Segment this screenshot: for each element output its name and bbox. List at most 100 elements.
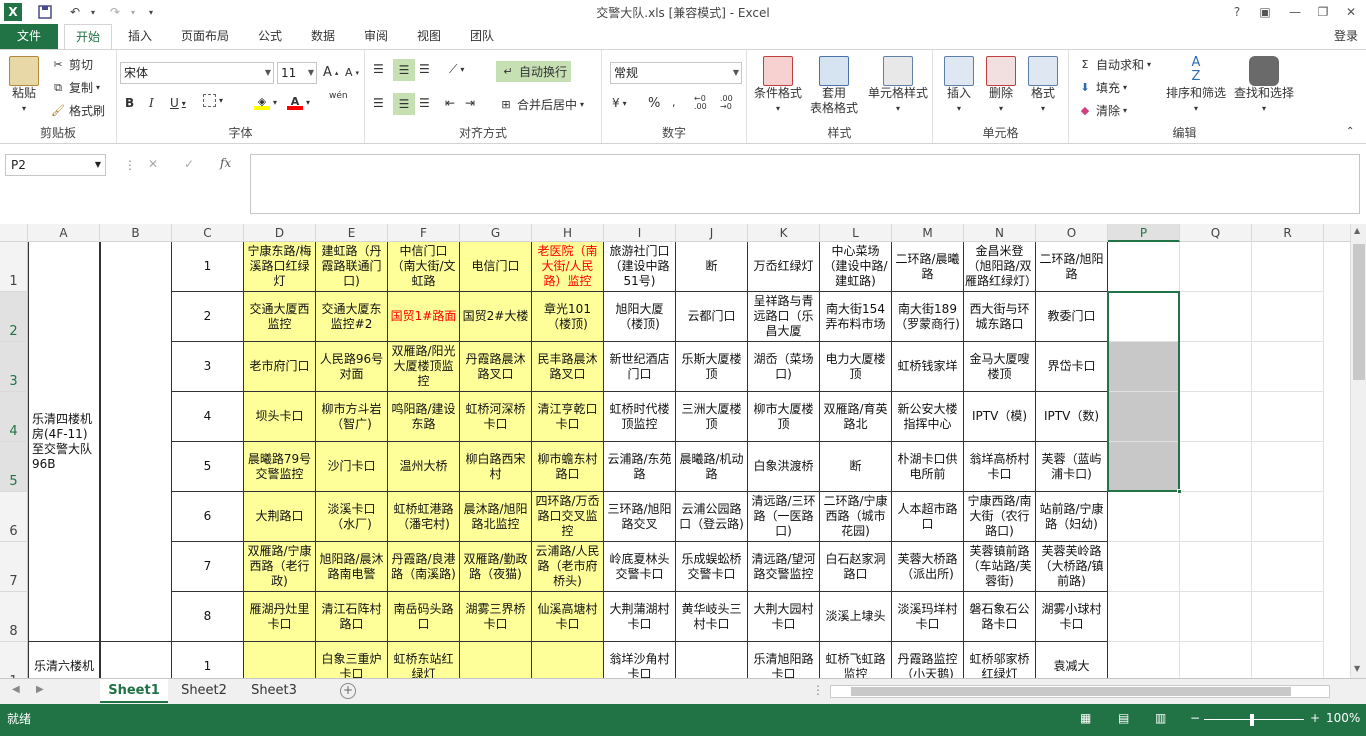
data-cell[interactable]: 袁减大 bbox=[1036, 642, 1108, 678]
column-header-n[interactable]: N bbox=[964, 224, 1036, 242]
data-cell[interactable]: 淡溪上埭头 bbox=[820, 592, 892, 642]
zoom-level[interactable]: 100% bbox=[1326, 711, 1360, 725]
column-header-q[interactable]: Q bbox=[1180, 224, 1252, 242]
empty-cell[interactable] bbox=[1252, 492, 1324, 542]
data-cell[interactable]: 三洲大厦楼顶 bbox=[676, 392, 748, 442]
data-cell[interactable]: 二环路/晨曦路 bbox=[892, 242, 964, 292]
page-layout-view-icon[interactable]: ▤ bbox=[1118, 711, 1129, 725]
cancel-icon[interactable]: ✕ bbox=[148, 157, 158, 171]
sheet-tab-sheet2[interactable]: Sheet2 bbox=[170, 679, 238, 703]
fill-handle[interactable] bbox=[1177, 489, 1182, 494]
font-name-select[interactable]: 宋体 ▼ bbox=[120, 62, 274, 84]
data-cell[interactable]: 交通大厦东监控#2 bbox=[316, 292, 388, 342]
column-header-p[interactable]: P bbox=[1108, 224, 1180, 242]
data-cell[interactable]: 朴湖卡口供电所前 bbox=[892, 442, 964, 492]
data-cell[interactable]: 大荆路口 bbox=[244, 492, 316, 542]
data-cell[interactable]: 电力大厦楼顶 bbox=[820, 342, 892, 392]
data-cell[interactable]: 中心菜场（建设中路/建虹路) bbox=[820, 242, 892, 292]
index-cell[interactable]: 8 bbox=[172, 592, 244, 642]
comma-style-icon[interactable]: , bbox=[672, 96, 676, 109]
data-cell[interactable]: 柳白路西宋村 bbox=[460, 442, 532, 492]
cut-button[interactable]: ✂ 剪切 bbox=[50, 56, 93, 73]
group-label-cell[interactable]: 乐清六楼机 bbox=[28, 642, 100, 678]
merged-b-cell[interactable] bbox=[100, 642, 172, 678]
data-cell[interactable]: 虹桥虹港路（潘宅村) bbox=[388, 492, 460, 542]
data-cell[interactable]: 淡溪卡口（水厂) bbox=[316, 492, 388, 542]
vertical-scrollbar[interactable]: ▲ ▼ bbox=[1350, 224, 1366, 678]
data-cell[interactable]: 清远路/望河路交警监控 bbox=[748, 542, 820, 592]
index-cell[interactable]: 1 bbox=[172, 642, 244, 678]
increase-decimal-icon[interactable]: ←0.00 bbox=[694, 95, 707, 111]
column-header-a[interactable]: A bbox=[28, 224, 100, 242]
data-cell[interactable]: 丹霞路/良港路（南溪路) bbox=[388, 542, 460, 592]
fill-color-button[interactable]: ◈ ▾ bbox=[254, 94, 277, 110]
index-cell[interactable]: 4 bbox=[172, 392, 244, 442]
data-cell[interactable]: 民丰路晨沐路叉口 bbox=[532, 342, 604, 392]
empty-cell[interactable] bbox=[1180, 242, 1252, 292]
sheet-tab-sheet3[interactable]: Sheet3 bbox=[240, 679, 308, 703]
column-header-b[interactable]: B bbox=[100, 224, 172, 242]
data-cell[interactable]: 建虹路（丹霞路联通门口) bbox=[316, 242, 388, 292]
data-cell[interactable]: 柳市方斗岩（智广) bbox=[316, 392, 388, 442]
data-cell[interactable] bbox=[676, 642, 748, 678]
row-header[interactable]: 1 bbox=[0, 642, 28, 678]
data-cell[interactable]: 虹桥时代楼顶监控 bbox=[604, 392, 676, 442]
data-cell[interactable]: 虹桥邬家桥红绿灯 bbox=[964, 642, 1036, 678]
empty-cell[interactable] bbox=[1252, 342, 1324, 392]
increase-indent-icon[interactable]: ⇥ bbox=[465, 96, 475, 110]
data-cell[interactable]: 人本超市路口 bbox=[892, 492, 964, 542]
data-cell[interactable]: 清江石阵村路口 bbox=[316, 592, 388, 642]
index-cell[interactable]: 2 bbox=[172, 292, 244, 342]
empty-cell[interactable] bbox=[1252, 392, 1324, 442]
data-cell[interactable]: 南岳码头路口 bbox=[388, 592, 460, 642]
page-break-view-icon[interactable]: ▥ bbox=[1155, 711, 1166, 725]
data-cell[interactable]: 金昌米登（旭阳路/双雁路红绿灯） bbox=[964, 242, 1036, 292]
wrap-text-button[interactable]: ↵ 自动换行 bbox=[496, 61, 572, 82]
data-cell[interactable]: 黄华岐头三村卡口 bbox=[676, 592, 748, 642]
currency-format-icon[interactable]: ¥ ▾ bbox=[612, 96, 627, 110]
enter-icon[interactable]: ✓ bbox=[184, 157, 194, 171]
format-cells-button[interactable]: 格式 ▾ bbox=[1023, 56, 1063, 116]
zoom-thumb[interactable] bbox=[1250, 714, 1254, 726]
align-center-icon[interactable]: ☰ bbox=[393, 93, 415, 115]
align-bottom-icon[interactable]: ☰ bbox=[419, 62, 430, 76]
data-cell[interactable]: 二环路/宁康西路（城市花园) bbox=[820, 492, 892, 542]
underline-button[interactable]: U ▾ bbox=[170, 96, 186, 110]
tab-file[interactable]: 文件 bbox=[0, 24, 58, 49]
empty-cell[interactable] bbox=[1108, 642, 1180, 678]
close-icon[interactable]: ✕ bbox=[1340, 2, 1362, 22]
data-cell[interactable]: 仙溪高塘村卡口 bbox=[532, 592, 604, 642]
data-cell[interactable]: 南大街189（罗蒙商行) bbox=[892, 292, 964, 342]
data-cell[interactable]: 旭阳大厦（楼顶) bbox=[604, 292, 676, 342]
data-cell[interactable]: 清江亨乾口卡口 bbox=[532, 392, 604, 442]
data-cell[interactable]: 柳市大厦楼顶 bbox=[748, 392, 820, 442]
data-cell[interactable]: 新世纪酒店门口 bbox=[604, 342, 676, 392]
data-cell[interactable]: 翁垟沙角村卡口 bbox=[604, 642, 676, 678]
data-cell[interactable]: 国贸1#路面 bbox=[388, 292, 460, 342]
data-cell[interactable]: 白象洪渡桥 bbox=[748, 442, 820, 492]
tab-formulas[interactable]: 公式 bbox=[250, 24, 290, 49]
next-sheet-icon[interactable]: ▶ bbox=[36, 684, 44, 695]
data-cell[interactable]: 云都门口 bbox=[676, 292, 748, 342]
column-header-l[interactable]: L bbox=[820, 224, 892, 242]
paste-button[interactable]: 粘贴 ▾ bbox=[6, 56, 42, 116]
tab-team[interactable]: 团队 bbox=[462, 24, 502, 49]
insert-cells-button[interactable]: 插入 ▾ bbox=[939, 56, 979, 116]
format-painter-button[interactable]: 🖌 格式刷 bbox=[50, 102, 105, 119]
data-cell[interactable]: 双雁路/宁康西路（老行政) bbox=[244, 542, 316, 592]
autosum-button[interactable]: Σ 自动求和 ▾ bbox=[1077, 56, 1152, 73]
hscroll-thumb[interactable] bbox=[851, 687, 1291, 696]
data-cell[interactable]: 宁康西路/南大街（农行路口) bbox=[964, 492, 1036, 542]
undo-dropdown-icon[interactable]: ▾ bbox=[84, 3, 102, 21]
empty-cell[interactable] bbox=[1252, 442, 1324, 492]
decrease-decimal-icon[interactable]: .00 →0 bbox=[720, 95, 733, 111]
data-cell[interactable]: 电信门口 bbox=[460, 242, 532, 292]
select-all-corner[interactable] bbox=[0, 224, 28, 242]
align-right-icon[interactable]: ☰ bbox=[419, 96, 430, 110]
group-label-cell[interactable]: 乐清四楼机房(4F-11)至交警大队96B bbox=[28, 242, 100, 642]
data-cell[interactable] bbox=[532, 642, 604, 678]
data-cell[interactable]: 双雁路/阳光大厦楼顶监控 bbox=[388, 342, 460, 392]
fill-button[interactable]: ⬇ 填充 ▾ bbox=[1077, 79, 1127, 96]
data-cell[interactable]: 乐成蜈蚣桥交警卡口 bbox=[676, 542, 748, 592]
data-cell[interactable]: 白石赵家洞路口 bbox=[820, 542, 892, 592]
